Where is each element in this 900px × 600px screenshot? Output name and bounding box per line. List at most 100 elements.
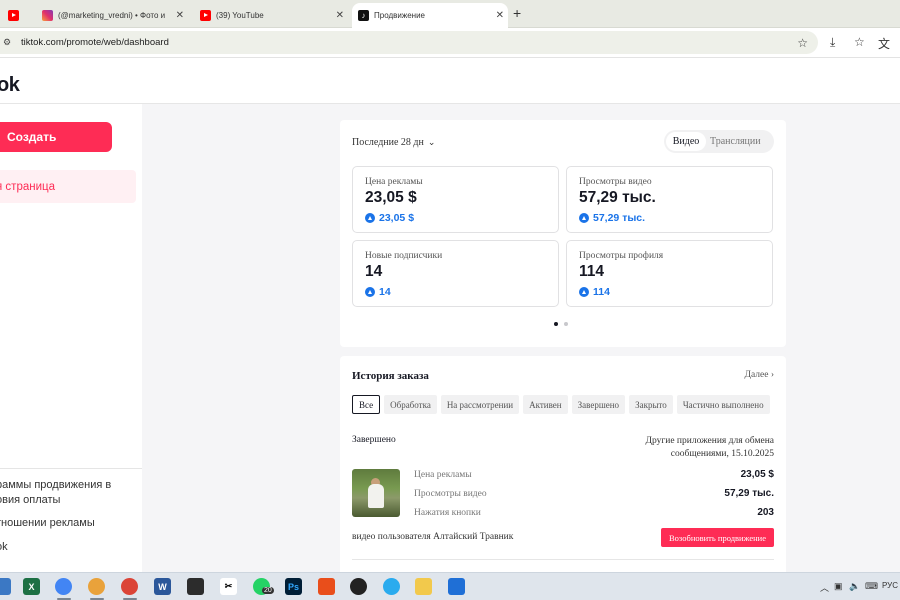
metric-delta-value: 57,29 тыс. (593, 212, 646, 224)
create-button[interactable]: Создать (0, 122, 112, 152)
period-dropdown[interactable]: Последние 28 дн ⌄ (352, 137, 435, 148)
arrow-up-icon (365, 213, 375, 223)
order-placement: Другие приложения для обмена сообщениями… (645, 435, 774, 461)
sidebar-link-tiktok[interactable]: ok (0, 540, 8, 555)
main-content: Последние 28 дн ⌄ Видео Трансляции Цена р… (142, 104, 900, 572)
metric-delta: 57,29 тыс. (579, 212, 645, 224)
site-settings-icon[interactable]: ⚙ (3, 37, 17, 48)
notification-badge: 20 (262, 587, 274, 594)
toggle-video[interactable]: Видео (666, 132, 706, 151)
carousel-dot-active[interactable] (554, 322, 558, 326)
renew-promotion-button[interactable]: Возобновить продвижение (661, 528, 774, 547)
chrome-profile-icon[interactable] (88, 578, 105, 595)
sidebar-link-promo-terms[interactable]: раммы продвижения в овия оплаты (0, 478, 111, 508)
metric-video-views[interactable]: Просмотры видео 57,29 тыс. 57,29 тыс. (566, 166, 773, 233)
filter-chip-active[interactable]: Активен (523, 395, 568, 414)
placement-line: сообщениями, 15.10.2025 (670, 449, 774, 459)
windows-taskbar: X W ✂ 20 Ps ︿ ▣ 🔈 ⌨ РУС (0, 572, 900, 600)
arrow-up-icon (365, 287, 375, 297)
sidebar: Создать я страница раммы продвижения в о… (0, 104, 142, 572)
bookmarks-icon[interactable]: ☆ (854, 35, 865, 49)
order-row-value: 203 (757, 507, 774, 518)
order-status: Завершено (352, 435, 396, 445)
arrow-up-icon (579, 287, 589, 297)
metric-label: Просмотры видео (579, 177, 652, 187)
period-label: Последние 28 дн (352, 137, 424, 148)
file-explorer-icon[interactable] (0, 578, 11, 595)
keyboard-icon[interactable]: ⌨ (865, 581, 878, 592)
tray-icon[interactable]: ▣ (834, 581, 843, 592)
address-bar[interactable]: ⚙ tiktok.com/promote/web/dashboard ☆ (0, 31, 818, 54)
metric-profile-views[interactable]: Просмотры профиля 114 114 (566, 240, 773, 307)
sidebar-link-ad-policy[interactable]: тношении рекламы (0, 516, 95, 531)
metric-value: 23,05 $ (365, 189, 417, 206)
filter-chip-partial[interactable]: Частично выполнено (676, 395, 770, 414)
metric-ad-cost[interactable]: Цена рекламы 23,05 $ 23,05 $ (352, 166, 559, 233)
close-icon[interactable]: ✕ (336, 10, 344, 21)
order-divider (352, 559, 774, 560)
download-icon[interactable]: ⤓ (830, 35, 835, 50)
metric-value: 57,29 тыс. (579, 189, 656, 206)
word-icon[interactable]: W (154, 578, 171, 595)
carousel-dot[interactable] (564, 322, 568, 326)
close-icon[interactable]: ✕ (176, 10, 184, 21)
excel-icon[interactable]: X (23, 578, 40, 595)
metric-label: Просмотры профиля (579, 251, 664, 261)
order-row-value: 57,29 тыс. (724, 488, 774, 499)
more-link-label: Далее (744, 370, 769, 380)
tiktok-logo[interactable]: ok (0, 74, 20, 97)
order-history-card: История заказа Далее › Все Обработка На ра… (340, 356, 786, 572)
metric-delta-value: 114 (593, 286, 610, 298)
tab-title: (@marketing_vredni) • Фото и (58, 10, 166, 20)
more-link[interactable]: Далее › (744, 370, 774, 380)
order-filter-chips: Все Обработка На рассмотрении Активен Заверш… (352, 395, 786, 415)
stats-card: Последние 28 дн ⌄ Видео Трансляции Цена р… (340, 120, 786, 347)
filter-chip-completed[interactable]: Завершено (571, 395, 626, 414)
photoshop-icon[interactable]: Ps (285, 578, 302, 595)
placement-line: Другие приложения для обмена (645, 436, 774, 446)
app-icon[interactable] (318, 578, 335, 595)
browser-tab-instagram[interactable]: (@marketing_vredni) • Фото и ✕ (36, 4, 188, 26)
bookmark-star-icon[interactable]: ☆ (797, 36, 808, 50)
browser-tab-tiktok[interactable]: ♪ Продвижение ✕ (352, 3, 508, 28)
capcut-icon[interactable]: ✂ (220, 578, 237, 595)
thumbnail-person (368, 484, 384, 508)
browser-tab-youtube-2[interactable]: (39) YouTube ✕ (194, 4, 348, 26)
sidebar-divider (0, 468, 142, 469)
filter-chip-all[interactable]: Все (352, 395, 381, 414)
metric-delta: 23,05 $ (365, 212, 414, 224)
order-row-label: Цена рекламы (414, 470, 472, 480)
telegram-icon[interactable] (383, 578, 400, 595)
sidebar-item-main[interactable]: я страница (0, 170, 136, 203)
metric-value: 14 (365, 263, 383, 280)
app-icon-2[interactable] (448, 578, 465, 595)
obs-icon[interactable] (350, 578, 367, 595)
folder-icon[interactable] (415, 578, 432, 595)
filter-chip-closed[interactable]: Закрыто (629, 395, 673, 414)
youtube-icon (8, 9, 19, 21)
metric-label: Новые подписчики (365, 251, 443, 261)
new-tab-button[interactable]: + (513, 5, 521, 21)
filter-chip-processing[interactable]: Обработка (384, 395, 437, 414)
close-icon[interactable]: ✕ (496, 10, 504, 21)
youtube-icon (200, 9, 211, 21)
toggle-live[interactable]: Трансляции (710, 130, 761, 153)
browser-tab-youtube-1[interactable] (2, 4, 34, 26)
url-text: tiktok.com/promote/web/dashboard (21, 37, 169, 48)
tray-chevron-icon[interactable]: ︿ (820, 581, 829, 594)
translate-icon[interactable]: 文 (878, 35, 890, 52)
tab-title: Продвижение (374, 11, 425, 20)
chevron-right-icon: › (770, 370, 774, 380)
video-caption: видео пользователя Алтайский Травник (352, 532, 514, 542)
volume-icon[interactable]: 🔈 (849, 581, 860, 592)
metric-delta-value: 14 (379, 286, 391, 298)
metric-delta: 14 (365, 286, 391, 298)
chrome-icon[interactable] (55, 578, 72, 595)
metric-label: Цена рекламы (365, 177, 423, 187)
video-thumbnail[interactable] (352, 469, 400, 517)
metric-new-followers[interactable]: Новые подписчики 14 14 (352, 240, 559, 307)
language-indicator[interactable]: РУС (882, 581, 898, 590)
figma-icon[interactable] (187, 578, 204, 595)
filter-chip-in-review[interactable]: На рассмотрении (440, 395, 520, 414)
chrome-profile-icon[interactable] (121, 578, 138, 595)
